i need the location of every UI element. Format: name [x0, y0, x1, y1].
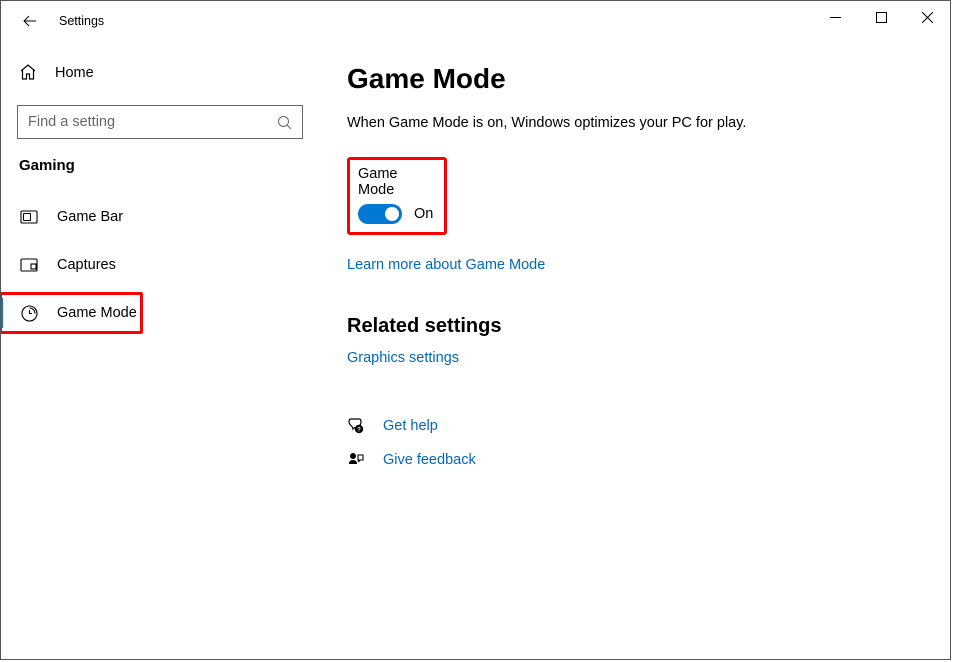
game-mode-toggle-block: Game Mode On: [347, 157, 447, 235]
page-title: Game Mode: [347, 63, 922, 95]
get-help-label: Get help: [383, 418, 438, 434]
category-header: Gaming: [1, 157, 319, 188]
learn-more-link[interactable]: Learn more about Game Mode: [347, 257, 545, 273]
captures-icon: [19, 258, 39, 272]
home-icon: [19, 63, 37, 84]
nav-item-label: Captures: [57, 257, 116, 273]
feedback-icon: [347, 452, 365, 468]
sidebar: Home Find a setting Gaming: [1, 41, 319, 659]
close-icon: [922, 12, 933, 23]
give-feedback-row[interactable]: Give feedback: [347, 444, 922, 476]
help-group: ? Get help Give feedback: [347, 410, 922, 476]
minimize-button[interactable]: [812, 1, 858, 33]
titlebar: Settings: [1, 1, 950, 41]
close-button[interactable]: [904, 1, 950, 33]
window-controls: [812, 1, 950, 41]
home-nav[interactable]: Home: [1, 53, 319, 93]
game-mode-toggle[interactable]: [358, 204, 402, 224]
svg-text:?: ?: [357, 428, 361, 434]
window-body: Home Find a setting Gaming: [1, 41, 950, 659]
search-input[interactable]: Find a setting: [17, 105, 303, 139]
give-feedback-label: Give feedback: [383, 452, 476, 468]
settings-window: Settings Home: [0, 0, 951, 660]
toggle-row: On: [358, 204, 434, 224]
window-title: Settings: [59, 14, 104, 28]
back-button[interactable]: [19, 1, 41, 41]
search-wrap: Find a setting: [1, 105, 319, 157]
nav-item-label: Game Mode: [57, 305, 137, 321]
maximize-icon: [876, 12, 887, 23]
nav-list: Game Bar Captures: [1, 188, 319, 334]
nav-item-game-bar[interactable]: Game Bar: [1, 196, 319, 238]
get-help-icon: ?: [347, 418, 365, 434]
maximize-button[interactable]: [858, 1, 904, 33]
toggle-state: On: [414, 206, 433, 222]
game-mode-icon: [19, 305, 39, 322]
nav-item-label: Game Bar: [57, 209, 123, 225]
main-content: Game Mode When Game Mode is on, Windows …: [319, 41, 950, 659]
get-help-row[interactable]: ? Get help: [347, 410, 922, 442]
search-placeholder: Find a setting: [28, 114, 115, 130]
game-bar-icon: [19, 210, 39, 224]
search-icon: [277, 115, 292, 130]
nav-item-captures[interactable]: Captures: [1, 244, 319, 286]
graphics-settings-link[interactable]: Graphics settings: [347, 350, 459, 366]
related-settings-header: Related settings: [347, 315, 922, 338]
arrow-left-icon: [22, 13, 38, 29]
nav-item-game-mode[interactable]: Game Mode: [1, 292, 143, 334]
toggle-label: Game Mode: [358, 166, 434, 198]
page-description: When Game Mode is on, Windows optimizes …: [347, 115, 922, 131]
minimize-icon: [830, 12, 841, 23]
home-label: Home: [55, 65, 94, 81]
